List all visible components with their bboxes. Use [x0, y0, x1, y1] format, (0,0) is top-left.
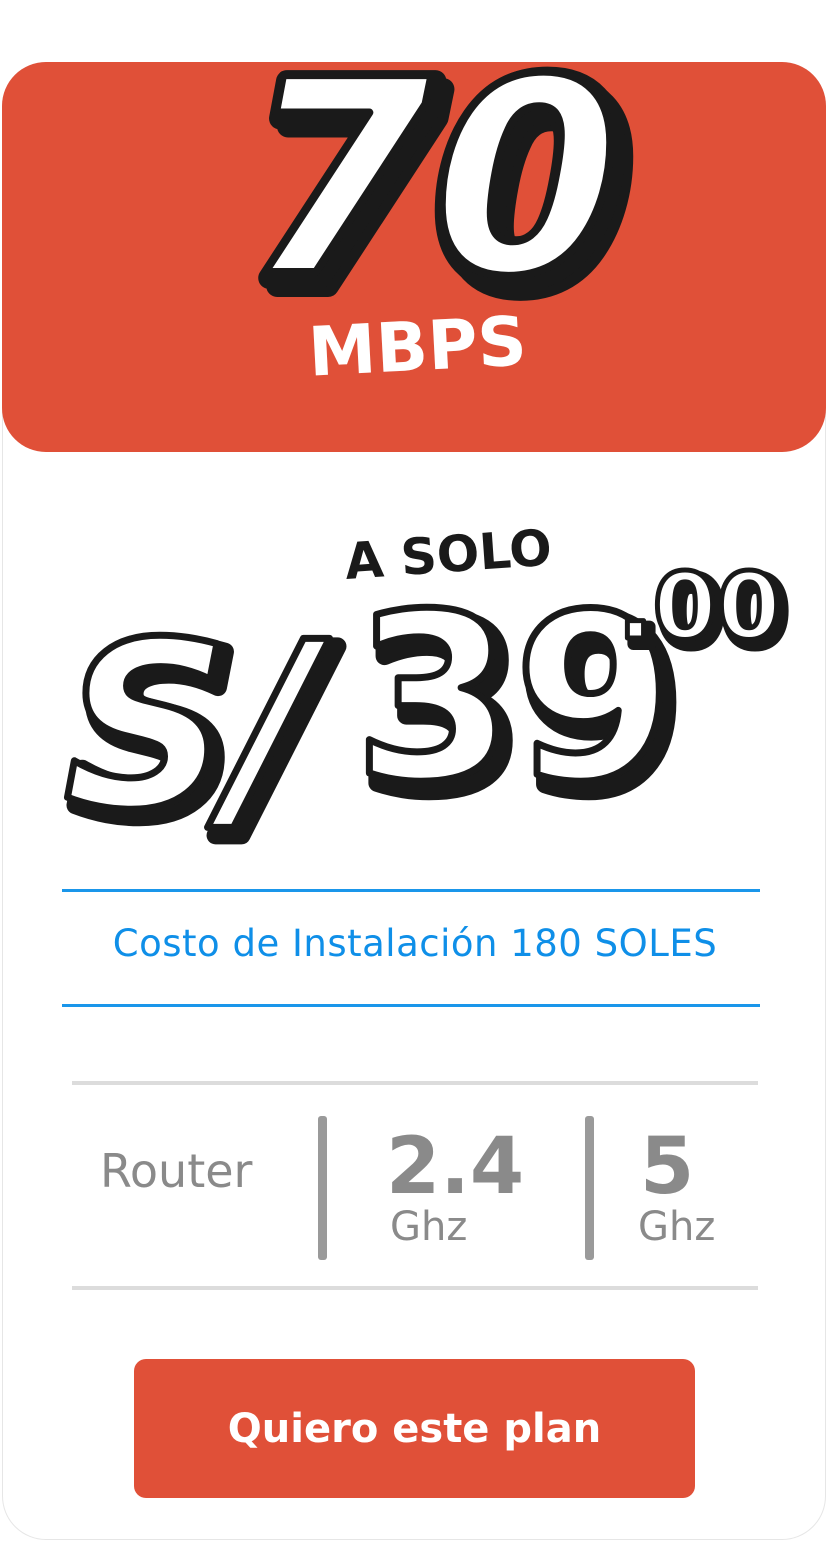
- plan-card-page: 70 70 70 MBPS A SOLO S/ S/ 39 39 .00 .00…: [0, 0, 830, 1544]
- speed-value: 70 70 70: [237, 16, 643, 310]
- band-value: 5: [640, 1122, 695, 1212]
- installation-cost: Costo de Instalación 180 SOLES: [112, 922, 718, 965]
- specs-separator: [585, 1116, 594, 1260]
- svg-text:70: 70: [244, 21, 620, 310]
- band-unit: Ghz: [638, 1204, 716, 1250]
- specs-divider-bottom: [72, 1286, 758, 1290]
- specs-separator: [318, 1116, 327, 1260]
- svg-text:MBPS: MBPS: [306, 302, 528, 392]
- choose-plan-button[interactable]: Quiero este plan: [134, 1359, 695, 1498]
- speed-unit: MBPS: [306, 302, 528, 392]
- band-unit: Ghz: [390, 1204, 468, 1250]
- band-value: 2.4: [386, 1122, 525, 1212]
- divider-bottom: [62, 1004, 760, 1007]
- router-label: Router: [100, 1144, 253, 1198]
- price-cents: .00: [618, 553, 781, 660]
- price-display: A SOLO S/ S/ 39 39 .00 .00: [61, 520, 791, 860]
- price-currency: S/: [64, 594, 330, 860]
- specs-divider-top: [72, 1081, 758, 1085]
- divider-top: [62, 889, 760, 892]
